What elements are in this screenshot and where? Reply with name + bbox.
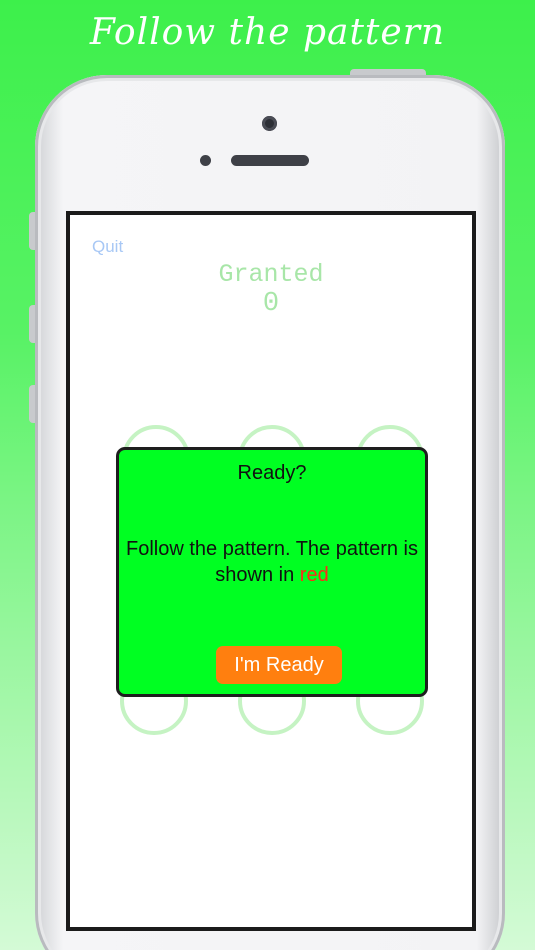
- dialog-message: Follow the pattern. The pattern is shown…: [119, 536, 425, 588]
- speaker-grille: [231, 155, 309, 166]
- sensor-icon: [200, 155, 211, 166]
- dialog-title: Ready?: [237, 462, 307, 484]
- promo-headline: Follow the pattern: [89, 12, 446, 53]
- quit-button[interactable]: Quit: [92, 237, 123, 257]
- app-screen: Quit Granted 0 Ready? Follow the pattern…: [66, 211, 476, 931]
- ready-dialog: Ready? Follow the pattern. The pattern i…: [116, 447, 428, 697]
- camera-icon: [262, 116, 277, 131]
- score-value: 0: [262, 289, 280, 319]
- im-ready-button[interactable]: I'm Ready: [216, 646, 342, 684]
- dialog-message-text: Follow the pattern. The pattern is shown…: [125, 538, 418, 586]
- dialog-highlight-word: red: [299, 564, 329, 586]
- status-title: Granted: [218, 260, 324, 289]
